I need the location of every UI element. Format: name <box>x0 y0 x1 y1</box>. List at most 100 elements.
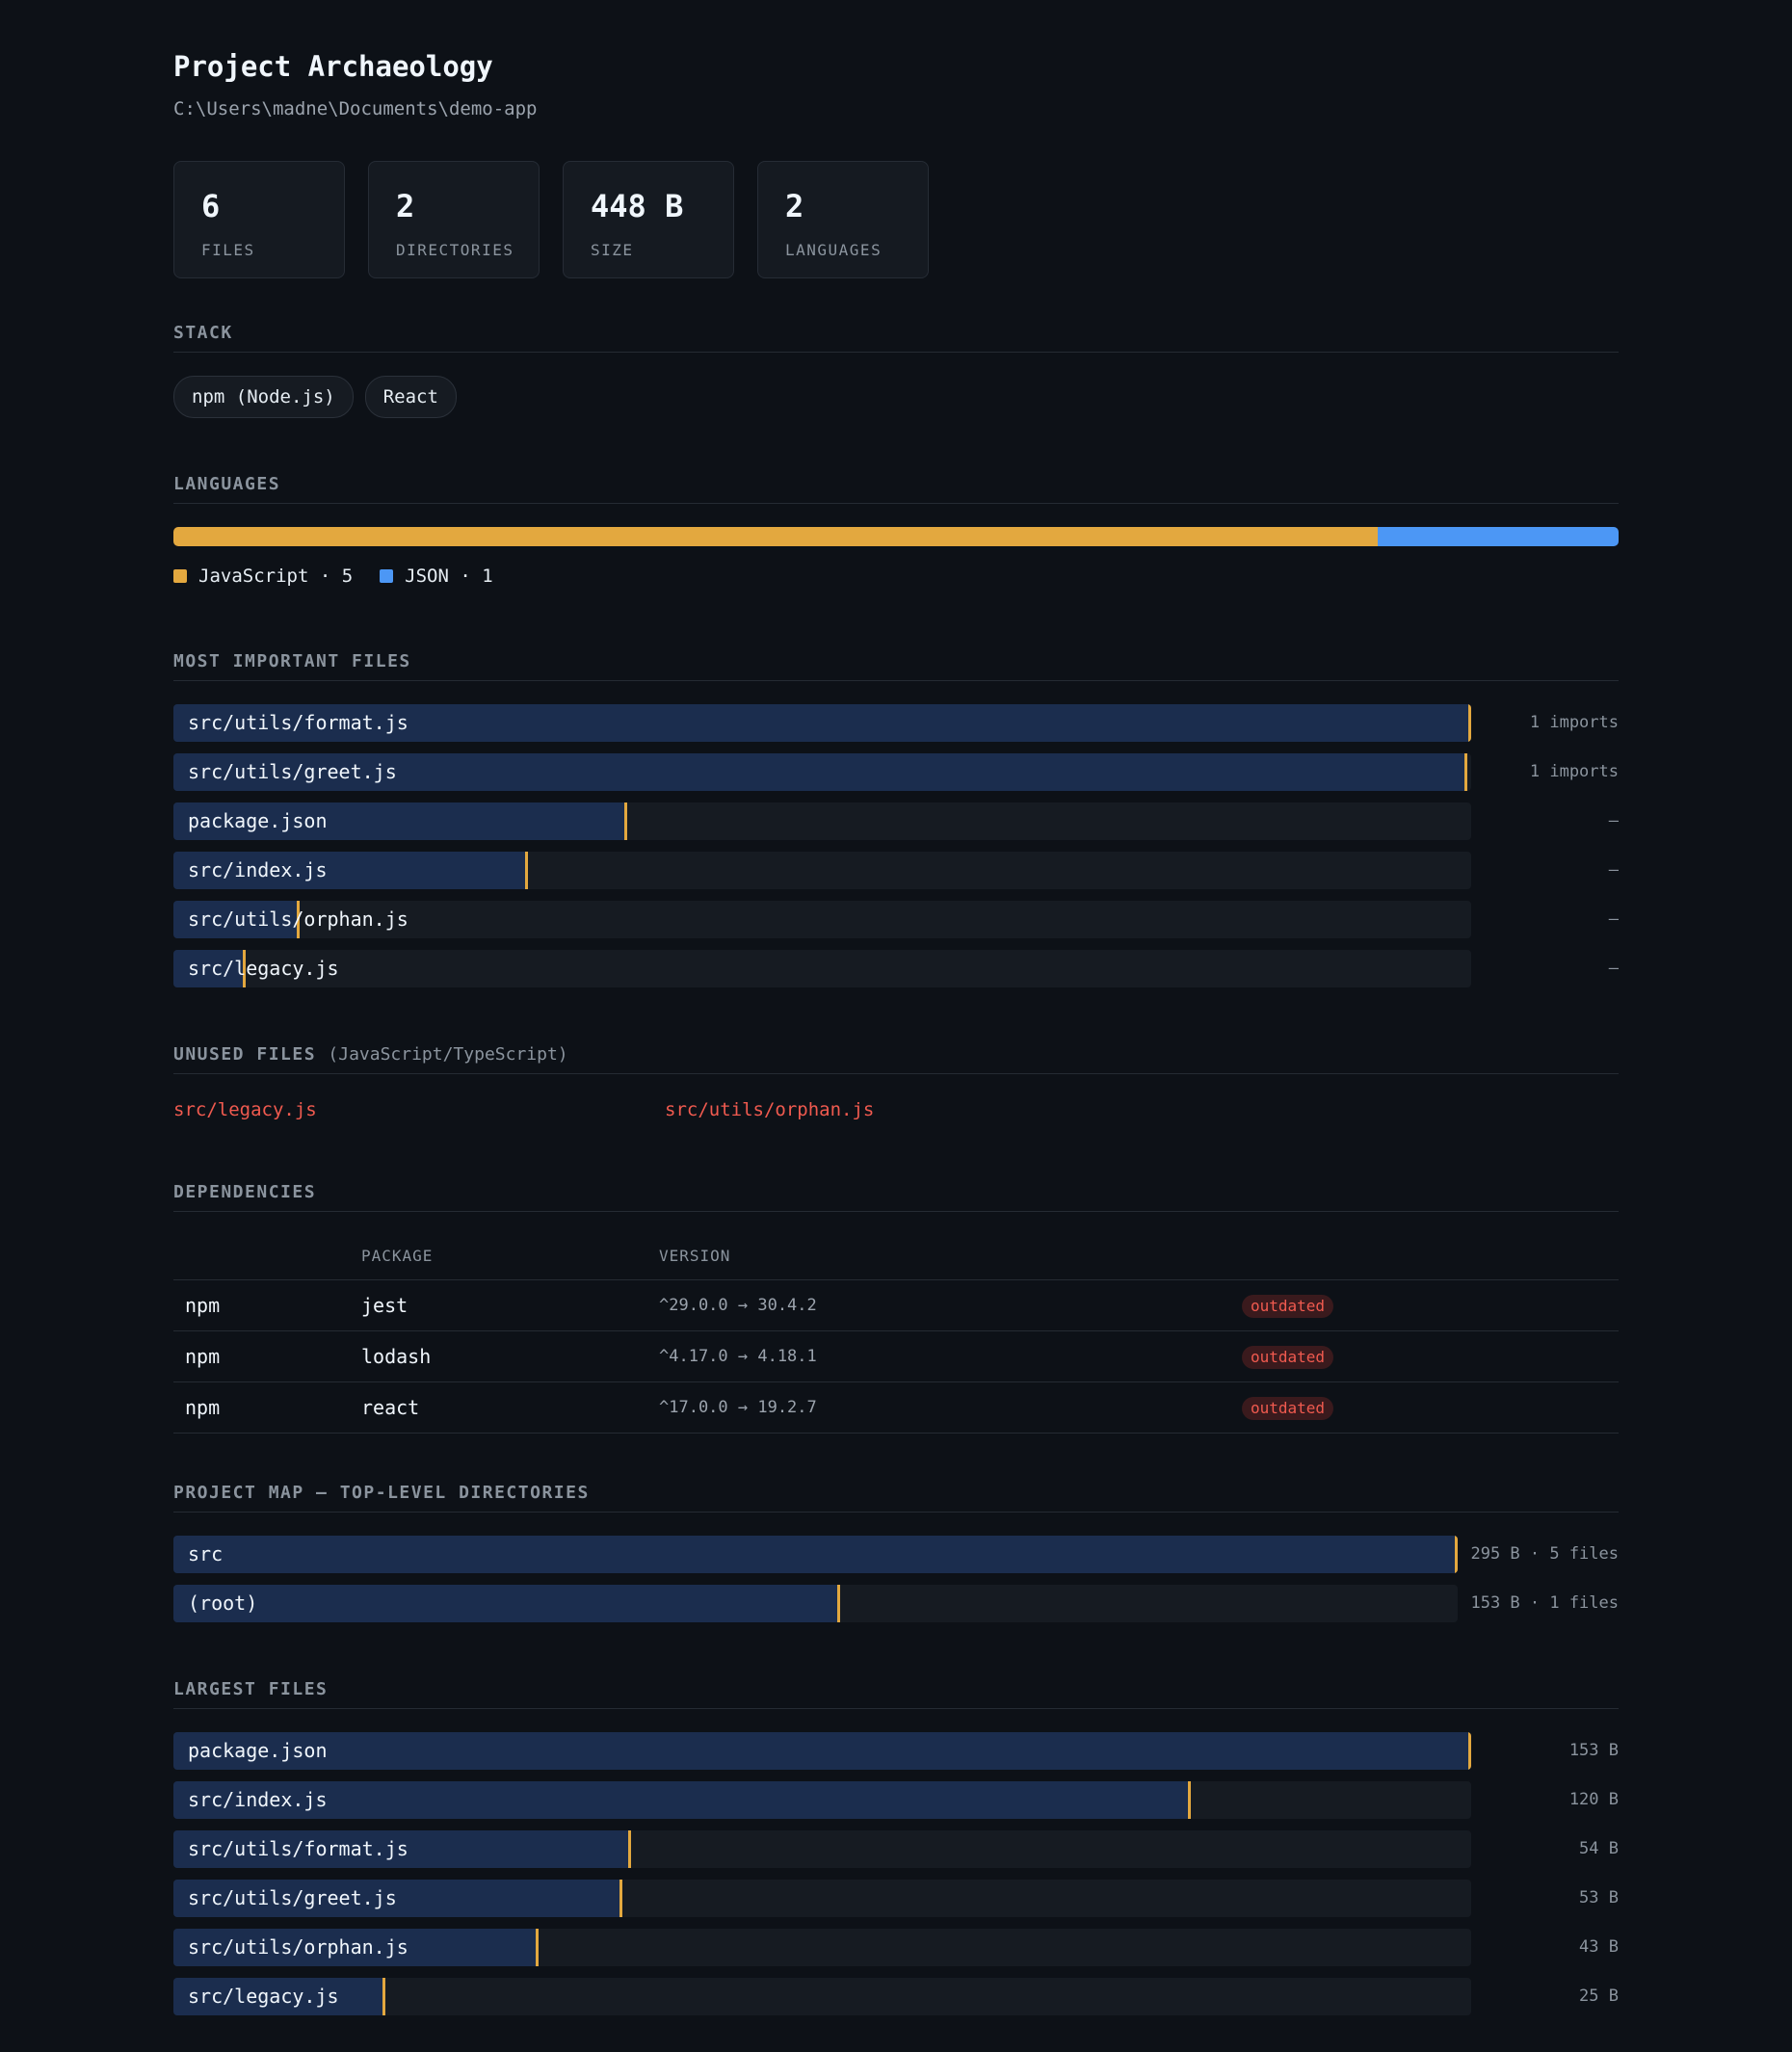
stat-card-languages: 2 LANGUAGES <box>757 161 929 278</box>
bar-row[interactable]: (root) 153 B · 1 files <box>173 1585 1619 1622</box>
status-badge: outdated <box>1242 1346 1334 1369</box>
section-heading: LANGUAGES <box>173 474 1619 504</box>
bar-track <box>173 1781 1471 1819</box>
language-bar <box>173 527 1619 546</box>
bar-label: package.json <box>188 1739 328 1762</box>
legend-swatch <box>173 569 187 583</box>
bar-row[interactable]: package.json 153 B <box>173 1732 1619 1770</box>
bar-track <box>173 1585 1458 1622</box>
bar-value: – <box>1608 909 1619 929</box>
dependencies-table: PACKAGE VERSION npm jest ^29.0.0 → 30.4.… <box>173 1231 1619 1434</box>
bar-marker <box>1455 1536 1458 1573</box>
section-heading-subtitle: (JavaScript/TypeScript) <box>328 1044 568 1065</box>
section-heading: MOST IMPORTANT FILES <box>173 651 1619 681</box>
bar-value: 25 B <box>1579 1986 1619 2006</box>
bar-track <box>173 852 1471 889</box>
table-row: npm react ^17.0.0 → 19.2.7 outdated <box>173 1381 1619 1434</box>
bar-row[interactable]: src/utils/format.js 1 imports <box>173 704 1619 742</box>
page-title: Project Archaeology <box>173 50 493 83</box>
bar-row[interactable]: src/index.js 120 B <box>173 1781 1619 1819</box>
bar-marker <box>619 1880 622 1917</box>
column-header-manager <box>173 1231 360 1280</box>
bar-label: src <box>188 1542 224 1565</box>
language-legend: JavaScript · 5 JSON · 1 <box>173 566 1619 587</box>
dep-manager: npm <box>173 1279 360 1331</box>
bar-row[interactable]: src/utils/orphan.js 43 B <box>173 1929 1619 1966</box>
bar-row[interactable]: src/legacy.js – <box>173 950 1619 987</box>
stat-card-directories: 2 DIRECTORIES <box>368 161 540 278</box>
bar-row[interactable]: src/utils/format.js 54 B <box>173 1830 1619 1868</box>
project-map-section: PROJECT MAP — TOP-LEVEL DIRECTORIES src 2… <box>173 1483 1619 1634</box>
bar-marker <box>624 802 627 840</box>
bar-label: src/utils/greet.js <box>188 760 397 783</box>
bar-value: 153 B <box>1568 1741 1619 1760</box>
unused-file[interactable]: src/legacy.js <box>173 1099 665 1120</box>
bar-label: src/utils/orphan.js <box>188 1935 408 1959</box>
stat-label: LANGUAGES <box>785 241 883 259</box>
dep-version: ^17.0.0 → 19.2.7 <box>658 1381 1241 1434</box>
bar-value: – <box>1608 811 1619 830</box>
unused-file[interactable]: src/utils/orphan.js <box>665 1099 1156 1120</box>
legend-label: JavaScript · 5 <box>198 566 354 587</box>
bar-value: 120 B <box>1568 1790 1619 1809</box>
bar-track <box>173 802 1471 840</box>
status-badge: outdated <box>1242 1295 1334 1318</box>
bar-value: 153 B · 1 files <box>1470 1593 1619 1613</box>
bar-label: (root) <box>188 1592 258 1615</box>
stats-row: 6 FILES 2 DIRECTORIES 448 B SIZE 2 LANGU… <box>173 161 929 278</box>
bar-value: 1 imports <box>1529 713 1619 732</box>
bar-track <box>173 1978 1471 2015</box>
bar-row[interactable]: package.json – <box>173 802 1619 840</box>
section-heading: DEPENDENCIES <box>173 1182 1619 1212</box>
bar-marker <box>1468 1732 1471 1770</box>
bar-marker <box>525 852 528 889</box>
language-segment <box>1378 527 1619 546</box>
bar-row[interactable]: src/utils/greet.js 53 B <box>173 1880 1619 1917</box>
table-row: npm lodash ^4.17.0 → 4.18.1 outdated <box>173 1330 1619 1382</box>
dep-version: ^29.0.0 → 30.4.2 <box>658 1279 1241 1331</box>
stat-value: 2 <box>396 188 415 224</box>
bar-row[interactable]: src/utils/greet.js 1 imports <box>173 753 1619 791</box>
bar-row[interactable]: src/utils/orphan.js – <box>173 901 1619 938</box>
bar-row[interactable]: src/legacy.js 25 B <box>173 1978 1619 2015</box>
bar-label: src/utils/format.js <box>188 1837 408 1860</box>
bar-label: src/utils/format.js <box>188 711 408 734</box>
bar-value: 1 imports <box>1529 762 1619 781</box>
column-header-package: PACKAGE <box>360 1231 658 1280</box>
bar-value: 53 B <box>1579 1888 1619 1907</box>
bar-track <box>173 1536 1458 1573</box>
section-heading: PROJECT MAP — TOP-LEVEL DIRECTORIES <box>173 1483 1619 1513</box>
bar-track <box>173 950 1471 987</box>
bar-marker <box>628 1830 631 1868</box>
stat-card-files: 6 FILES <box>173 161 345 278</box>
stat-value: 448 B <box>591 188 684 224</box>
bar-row[interactable]: src/index.js – <box>173 852 1619 889</box>
status-badge: outdated <box>1242 1397 1334 1420</box>
bar-label: src/legacy.js <box>188 1985 339 2008</box>
bar-marker <box>1468 704 1471 742</box>
dep-version: ^4.17.0 → 4.18.1 <box>658 1330 1241 1382</box>
legend-item: JSON · 1 <box>380 566 493 587</box>
stat-value: 2 <box>785 188 804 224</box>
stack-pill: React <box>364 376 457 418</box>
stat-card-size: 448 B SIZE <box>563 161 734 278</box>
important-files-section: MOST IMPORTANT FILES src/utils/format.js… <box>173 651 1619 999</box>
section-heading: LARGEST FILES <box>173 1679 1619 1709</box>
section-heading-title: UNUSED FILES <box>173 1044 317 1065</box>
dep-package: lodash <box>360 1330 658 1382</box>
dep-package: react <box>360 1381 658 1434</box>
important-files-list: src/utils/format.js 1 imports src/utils/gr… <box>173 704 1619 987</box>
project-path: C:\Users\madne\Documents\demo-app <box>173 98 538 119</box>
language-segment <box>173 527 1378 546</box>
bar-fill <box>173 1585 840 1622</box>
bar-label: src/utils/orphan.js <box>188 908 408 931</box>
legend-item: JavaScript · 5 <box>173 566 353 587</box>
stat-label: DIRECTORIES <box>396 241 514 259</box>
bar-marker <box>1464 753 1467 791</box>
table-row: npm jest ^29.0.0 → 30.4.2 outdated <box>173 1279 1619 1331</box>
stat-label: FILES <box>201 241 255 259</box>
stat-label: SIZE <box>591 241 634 259</box>
bar-value: 295 B · 5 files <box>1470 1544 1619 1564</box>
bar-marker <box>1188 1781 1191 1819</box>
bar-row[interactable]: src 295 B · 5 files <box>173 1536 1619 1573</box>
